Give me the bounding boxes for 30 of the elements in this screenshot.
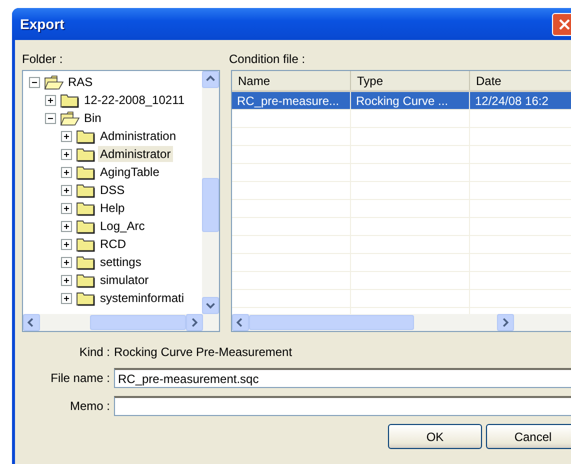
kind-value: Rocking Curve Pre-Measurement [114,345,292,359]
column-header[interactable]: Date [470,71,571,90]
condition-file-label: Condition file : [229,52,306,68]
file-row[interactable]: RC_pre-measure... Rocking Curve ... 12/24/08 16:2 [232,92,571,110]
file-name-field[interactable]: RC_pre-measurement.sqc [114,368,571,388]
window-title: Export [20,16,64,32]
folder-item[interactable]: simulator [98,272,151,288]
folder-item[interactable]: Log_Arc [98,218,147,234]
file-name-label: File name : [50,371,111,385]
dialog-button[interactable]: Cancel [486,424,571,449]
folder-item[interactable]: Administration [98,128,178,144]
folder-item[interactable]: settings [98,254,144,270]
folder-item[interactable]: Administrator [98,146,173,162]
folder-item[interactable]: 12-22-2008_10211 [82,92,187,108]
table-cell: Rocking Curve ... [351,92,470,109]
folder-item[interactable]: DSS [98,182,127,198]
folder-item[interactable]: systeminformati [98,290,186,306]
memo-label: Memo : [68,399,111,413]
folder-item[interactable]: AgingTable [98,164,162,180]
kind-label: Kind : [78,345,111,359]
column-header[interactable]: Name [232,71,351,90]
table-cell: RC_pre-measure... [232,92,351,109]
folder-item[interactable]: Help [98,200,127,216]
column-header[interactable]: Type [351,71,470,90]
folder-item[interactable]: Bin [82,110,104,126]
folder-item[interactable]: RAS [66,74,95,90]
folder-label: Folder : [22,52,64,68]
table-cell: 12/24/08 16:2 [470,92,571,109]
dialog-button[interactable]: OK [388,424,482,449]
folder-item[interactable]: RCD [98,236,128,252]
